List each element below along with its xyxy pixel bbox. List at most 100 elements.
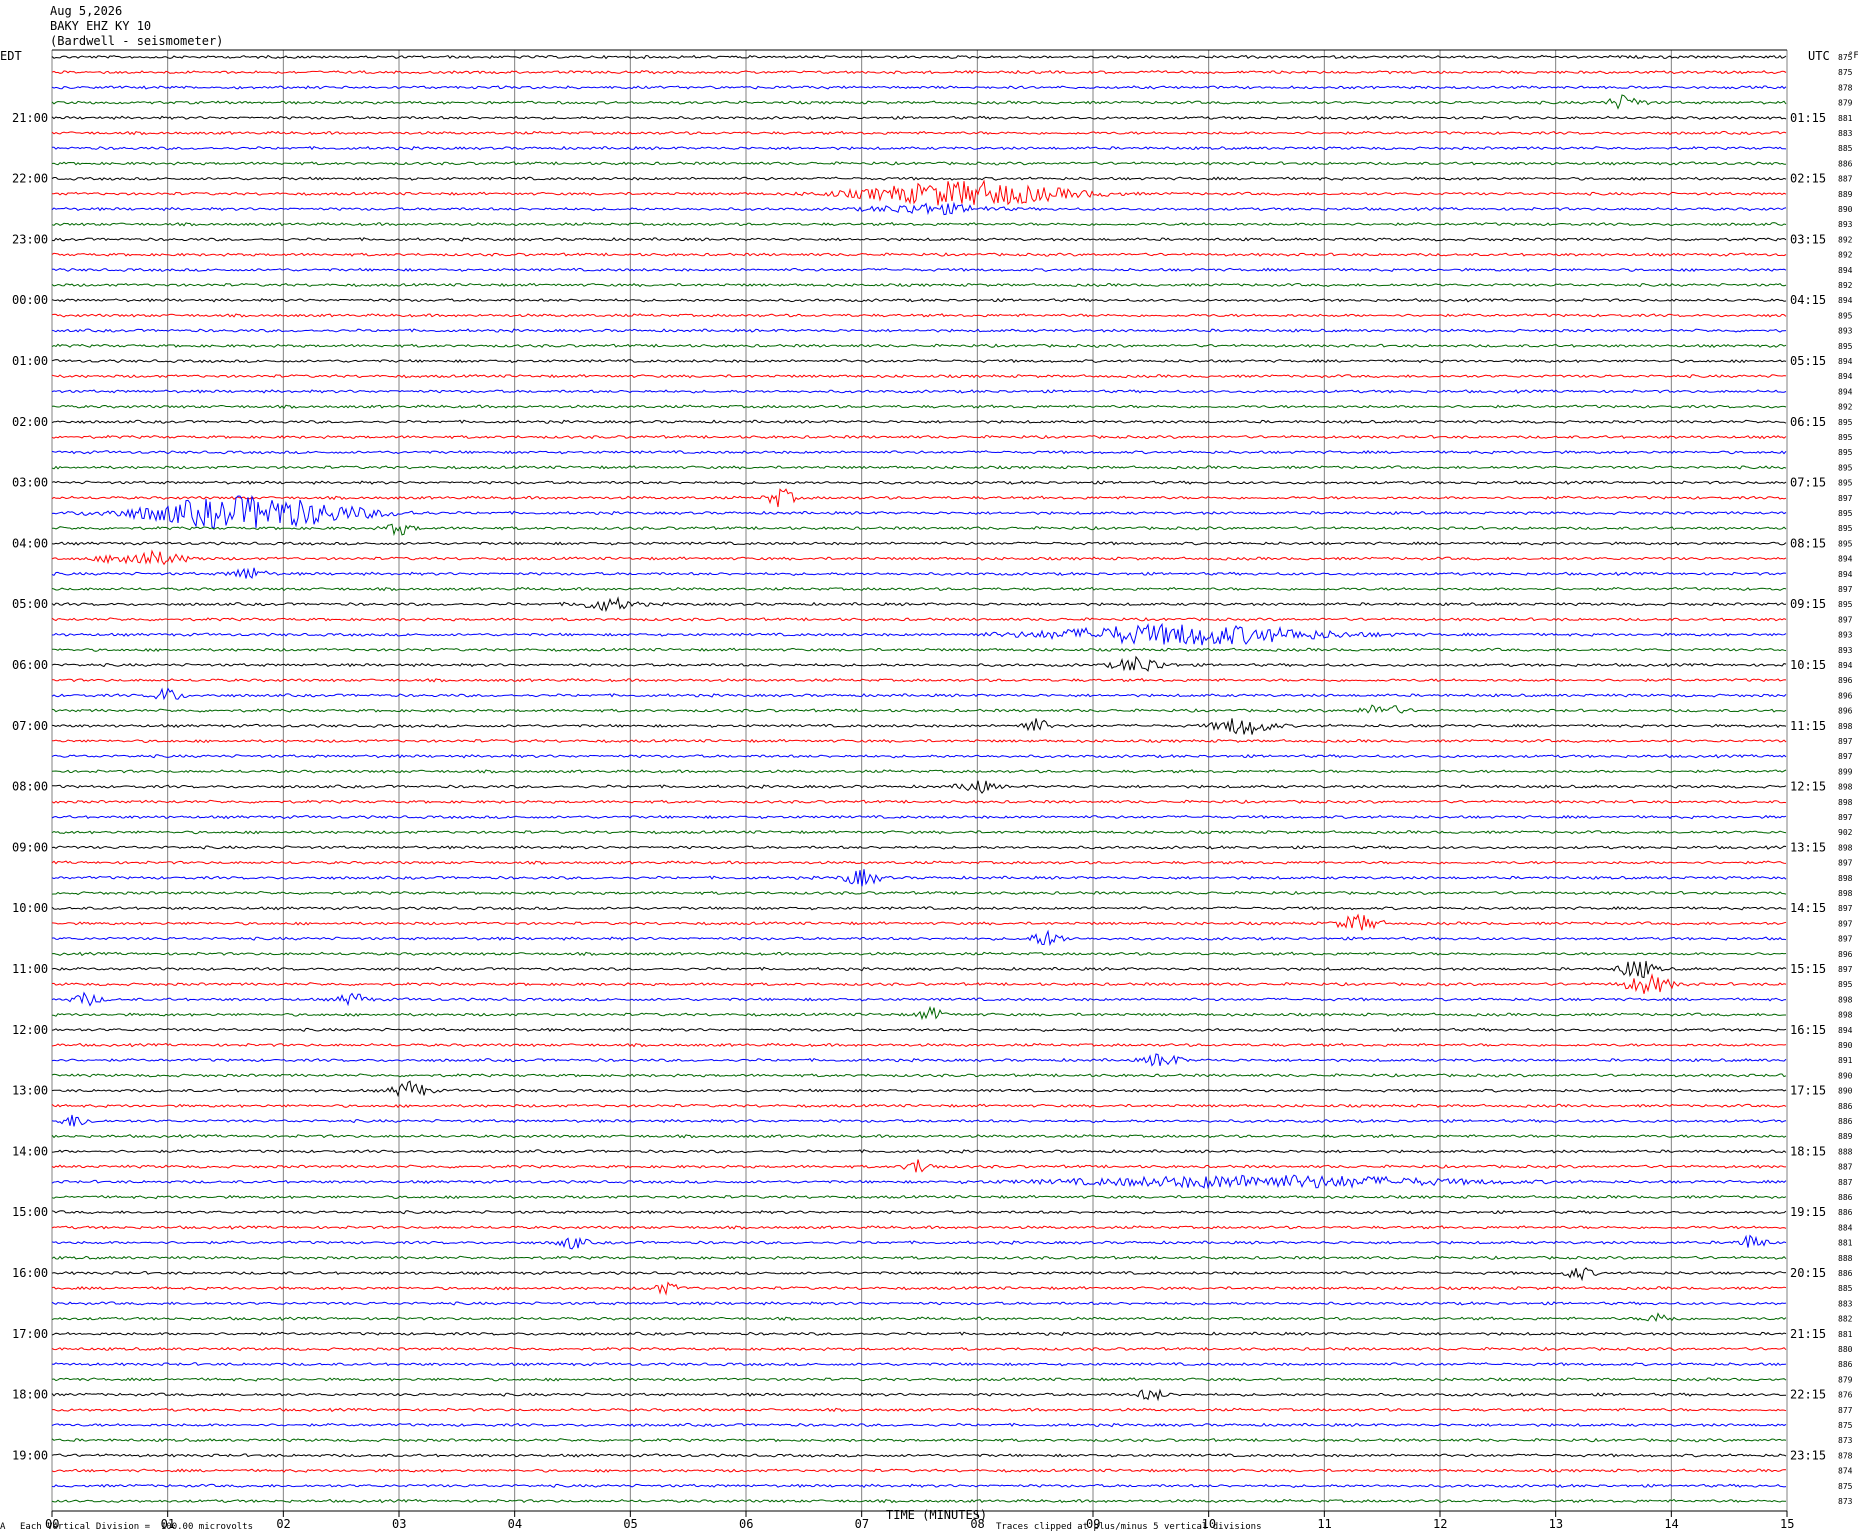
trace-row — [51, 845, 1787, 850]
trace-row — [51, 647, 1787, 652]
temperature-label: 890 — [1838, 1071, 1853, 1080]
trace-row — [51, 1407, 1787, 1413]
trace-row — [51, 799, 1787, 804]
trace-row — [51, 1281, 1787, 1296]
temperature-label: 898 — [1838, 843, 1853, 852]
temperature-label: 894 — [1838, 387, 1853, 396]
x-tick-label: 13 — [1549, 1517, 1563, 1531]
trace-row — [51, 929, 1787, 947]
right-hour-label: 11:15 — [1790, 719, 1826, 733]
trace-row — [51, 267, 1787, 273]
temperature-label: 873 — [1838, 1436, 1853, 1445]
trace-row — [51, 1483, 1787, 1489]
right-timezone-label: UTC — [1808, 49, 1830, 63]
right-hour-label: 07:15 — [1790, 476, 1826, 490]
right-hour-label: 05:15 — [1790, 354, 1826, 368]
trace-row — [51, 1377, 1787, 1382]
left-hour-label: 06:00 — [12, 658, 48, 672]
temperature-label: 892 — [1838, 235, 1853, 244]
trace-row — [51, 1422, 1787, 1428]
temperature-label: 885 — [1838, 1284, 1853, 1293]
temperature-label: 893 — [1838, 631, 1853, 640]
x-tick-label: 02 — [276, 1517, 290, 1531]
right-hour-label: 04:15 — [1790, 293, 1826, 307]
right-hour-labels: 01:15 02:15 03:15 04:15 05:15 06:15 07:15 08:15… — [1790, 111, 1826, 1463]
temperature-label: 896 — [1838, 676, 1853, 685]
trace-row — [51, 221, 1787, 227]
temperature-labels: 875 875 878 879 881 883 885 886 887 889 890 893 892 8… — [1838, 53, 1853, 1506]
footer-clip-note: Traces clipped at plus/minus 5 vertical … — [996, 1522, 1262, 1532]
trace-row — [51, 419, 1787, 425]
trace-row — [51, 1468, 1787, 1473]
temperature-label: 894 — [1838, 266, 1853, 275]
right-hour-label: 23:15 — [1790, 1448, 1826, 1462]
temperature-label: 890 — [1838, 205, 1853, 214]
trace-row — [51, 1362, 1787, 1367]
trace-row — [51, 991, 1787, 1007]
trace-row — [51, 541, 1787, 546]
trace-row — [51, 179, 1787, 206]
left-hour-labels: 21:00 22:00 23:00 00:00 01:00 02:00 03:00 04:00… — [12, 111, 48, 1463]
x-axis-label: TIME (MINUTES) — [886, 1508, 987, 1522]
trace-row — [51, 1301, 1787, 1306]
trace-row — [51, 1346, 1787, 1352]
trace-row — [52, 145, 1787, 151]
trace-row — [51, 769, 1787, 774]
right-hour-label: 03:15 — [1790, 232, 1826, 246]
temperature-label: 886 — [1838, 1360, 1853, 1369]
right-hour-label: 08:15 — [1790, 536, 1826, 550]
trace-row — [51, 655, 1787, 672]
temperature-label: 897 — [1838, 615, 1853, 624]
corner-mark: A — [0, 1522, 6, 1532]
left-hour-label: 08:00 — [12, 780, 48, 794]
trace-row — [51, 494, 1787, 530]
trace-row — [51, 313, 1787, 318]
temperature-label: 894 — [1838, 1026, 1853, 1035]
trace-row — [51, 130, 1787, 136]
x-tick-label: 07 — [855, 1517, 869, 1531]
temperature-label: 895 — [1838, 600, 1853, 609]
trace-row — [51, 94, 1787, 110]
temperature-label: 880 — [1838, 1345, 1853, 1354]
left-hour-label: 21:00 — [12, 111, 48, 125]
trace-row — [51, 869, 1787, 887]
temperature-label: 892 — [1838, 403, 1853, 412]
trace-row — [51, 677, 1787, 683]
x-tick-label: 11 — [1317, 1517, 1331, 1531]
trace-row — [51, 687, 1787, 701]
temperature-label: 898 — [1838, 1011, 1853, 1020]
temperature-label: 883 — [1838, 129, 1853, 138]
trace-row — [51, 404, 1787, 409]
temperature-label: 886 — [1838, 1117, 1853, 1126]
x-tick-label: 12 — [1433, 1517, 1447, 1531]
trace-group — [51, 54, 1787, 1504]
trace-row — [52, 738, 1787, 744]
left-hour-label: 14:00 — [12, 1144, 48, 1158]
temperature-label: 876 — [1838, 1391, 1853, 1400]
trace-row — [51, 237, 1787, 242]
trace-row — [51, 1174, 1787, 1190]
temperature-label: 893 — [1838, 327, 1853, 336]
trace-row — [51, 1103, 1787, 1109]
temperature-label: 875 — [1838, 1482, 1853, 1491]
trace-row — [51, 1437, 1787, 1443]
trace-row — [51, 161, 1786, 166]
temperature-label: 878 — [1838, 83, 1853, 92]
trace-row — [51, 1312, 1787, 1322]
temperature-label: 875 — [1838, 68, 1853, 77]
right-hour-label: 16:15 — [1790, 1023, 1826, 1037]
temperature-label: 898 — [1838, 995, 1853, 1004]
temperature-label: 889 — [1838, 190, 1853, 199]
right-hour-label: 22:15 — [1790, 1388, 1826, 1402]
trace-row — [52, 523, 1787, 537]
right-hour-label: 09:15 — [1790, 597, 1826, 611]
left-hour-label: 13:00 — [12, 1084, 48, 1098]
trace-row — [51, 596, 1787, 613]
trace-row — [51, 374, 1787, 379]
trace-row — [51, 1149, 1787, 1154]
left-hour-label: 15:00 — [12, 1205, 48, 1219]
left-hour-label: 10:00 — [12, 901, 48, 915]
temperature-label: 892 — [1838, 281, 1853, 290]
trace-row — [51, 343, 1787, 349]
temperature-label: 896 — [1838, 707, 1853, 716]
